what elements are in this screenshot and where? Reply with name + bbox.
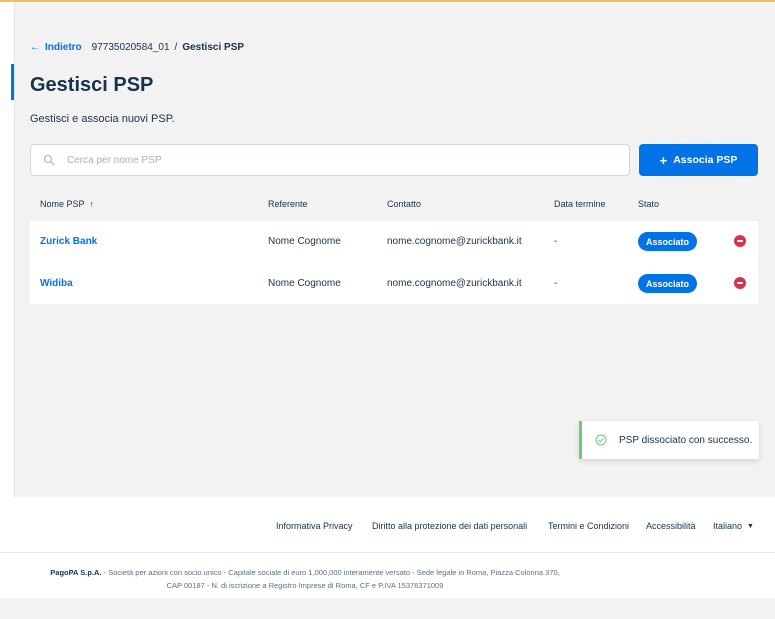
breadcrumb-current: Gestisci PSP	[182, 42, 245, 53]
column-header-contatto: Contatto	[387, 199, 422, 209]
column-label: Nome PSP	[40, 199, 85, 209]
footer-link-terms[interactable]: Termini e Condizioni	[548, 521, 629, 531]
remove-circle-icon[interactable]	[734, 277, 746, 289]
associa-psp-button[interactable]: + Associa PSP	[639, 144, 758, 176]
bottom-band	[0, 598, 775, 619]
breadcrumb-id: 97735020584_01	[91, 42, 170, 53]
psp-contact: nome.cognome@zurickbank.it	[387, 278, 522, 289]
sort-arrow-up-icon: ↑	[89, 199, 95, 209]
psp-end-date: -	[554, 278, 558, 289]
psp-referent: Nome Cognome	[268, 278, 341, 289]
toast-message: PSP dissociato con successo.	[619, 434, 753, 446]
back-link[interactable]: ← Indietro	[30, 42, 82, 53]
legal-text-1: - Società per azioni con socio unico - C…	[101, 568, 560, 577]
sidebar	[0, 2, 15, 497]
column-header-data-termine: Data termine	[554, 199, 606, 209]
footer-link-accessibility[interactable]: Accessibilità	[646, 521, 696, 531]
psp-end-date: -	[554, 236, 558, 247]
remove-circle-icon[interactable]	[734, 235, 746, 247]
footer-link-privacy[interactable]: Informativa Privacy	[276, 521, 353, 531]
back-label: Indietro	[45, 42, 82, 53]
page-subtitle: Gestisci e associa nuovi PSP.	[30, 113, 175, 125]
language-label: Italiano	[713, 521, 743, 531]
legal-info: PagoPA S.p.A. - Società per azioni con s…	[0, 566, 610, 592]
caret-down-icon: ▼	[747, 522, 754, 530]
sidebar-active-indicator	[11, 64, 14, 100]
column-header-nome-psp[interactable]: Nome PSP ↑	[40, 199, 94, 209]
legal-line-1: PagoPA S.p.A. - Società per azioni con s…	[0, 566, 610, 579]
search-box[interactable]	[30, 144, 630, 176]
psp-name-link[interactable]: Widiba	[40, 278, 73, 289]
status-badge: Associato	[638, 232, 698, 251]
psp-name-link[interactable]: Zurick Bank	[40, 236, 97, 247]
status-badge: Associato	[638, 274, 698, 293]
associa-psp-label: Associa PSP	[673, 154, 738, 166]
breadcrumb-separator: /	[174, 42, 178, 53]
check-circle-icon	[595, 434, 607, 446]
language-selector[interactable]: Italiano ▼	[713, 521, 754, 531]
table-row: Widiba Nome Cognome nome.cognome@zurickb…	[30, 263, 758, 304]
search-icon	[43, 154, 55, 166]
column-header-stato: Stato	[638, 199, 660, 209]
legal-line-2: CAP 00187 - N. di iscrizione a Registro …	[166, 581, 444, 590]
footer-links: Informativa Privacy Diritto alla protezi…	[0, 497, 775, 553]
plus-icon: +	[659, 152, 668, 168]
table-row: Zurick Bank Nome Cognome nome.cognome@zu…	[30, 221, 758, 262]
column-header-referente: Referente	[268, 199, 308, 209]
page-title: Gestisci PSP	[30, 74, 154, 96]
success-toast: PSP dissociato con successo.	[579, 421, 759, 459]
legal-brand: PagoPA S.p.A.	[50, 568, 102, 577]
search-input[interactable]	[67, 154, 607, 166]
table-header: Nome PSP ↑ Referente Contatto Data termi…	[30, 194, 758, 214]
psp-contact: nome.cognome@zurickbank.it	[387, 236, 522, 247]
breadcrumb: ← Indietro 97735020584_01 / Gestisci PSP	[30, 42, 244, 53]
arrow-left-icon: ←	[30, 42, 40, 53]
psp-table: Zurick Bank Nome Cognome nome.cognome@zu…	[30, 221, 758, 304]
psp-referent: Nome Cognome	[268, 236, 341, 247]
footer-link-data-protection[interactable]: Diritto alla protezione dei dati persona…	[372, 521, 527, 531]
